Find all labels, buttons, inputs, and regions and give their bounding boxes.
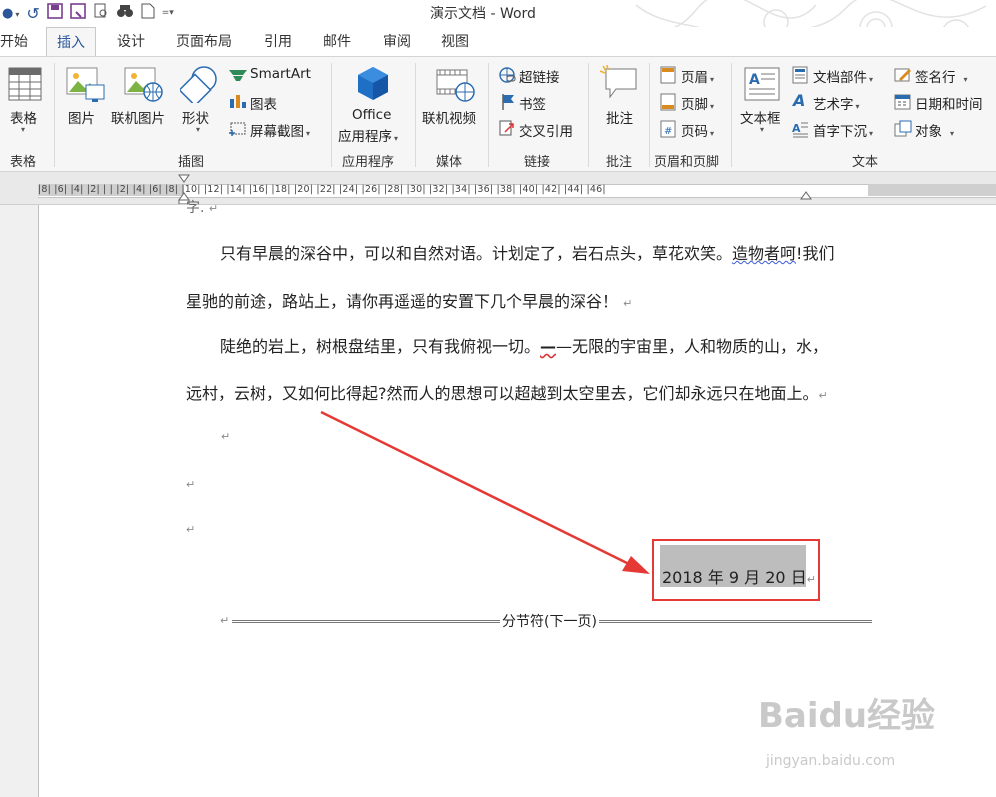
annotation-highlight-box <box>652 539 820 601</box>
section-break-label[interactable]: 分节符(下一页) <box>500 611 599 631</box>
paragraph-mark-icon: ↵ <box>220 614 230 627</box>
annotation-arrow-icon <box>320 410 650 574</box>
baidu-watermark: Baidu经验 <box>758 696 936 736</box>
watermark-url: jingyan.baidu.com <box>766 753 896 769</box>
